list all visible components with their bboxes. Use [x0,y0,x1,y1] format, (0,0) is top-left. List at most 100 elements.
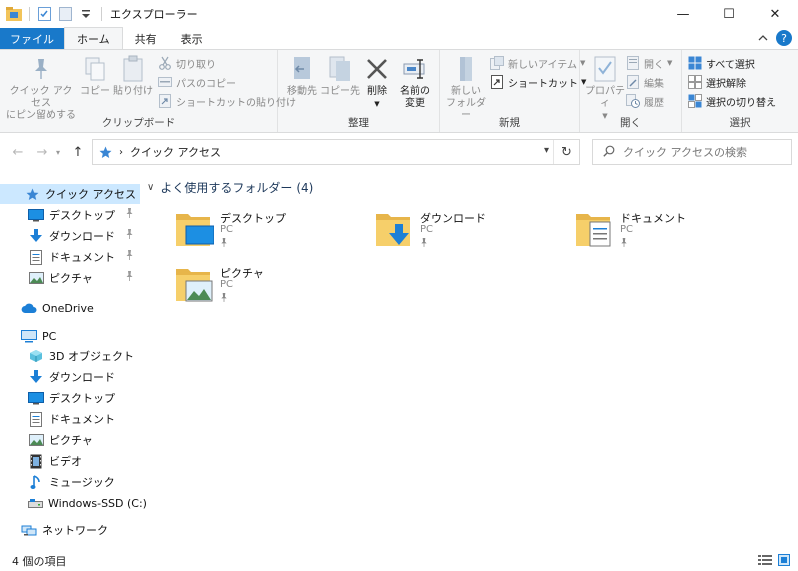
search-placeholder: クイック アクセスの検索 [623,146,747,159]
pin-icon[interactable] [125,250,134,263]
copy-button[interactable]: コピー [78,54,112,98]
frequent-folders-header[interactable]: ∨ よく使用するフォルダー (4) [147,179,313,196]
history-label: 履歴 [644,97,664,109]
tab-view[interactable]: 表示 [169,28,215,49]
nav-pc[interactable]: PC [0,326,140,346]
paste-button[interactable]: 貼り付け [112,54,154,98]
nav-qa-downloads-label: ダウンロード [49,230,115,243]
recent-locations-button[interactable]: ▾ [52,141,64,163]
nav-pc-pictures[interactable]: ピクチャ [0,430,140,450]
properties-button[interactable]: プロパティ ▼ [584,54,626,122]
search-box[interactable]: クイック アクセスの検索 [592,139,792,165]
minimize-button[interactable]: — [660,0,706,28]
folder-tile-desktop[interactable]: デスクトップ PC [176,210,366,260]
open-group: プロパティ ▼ 開く ▼ 編集 履歴 開く [580,50,682,132]
rename-button[interactable]: 名前の 変更 [394,54,436,110]
shortcut-button[interactable]: ショートカット ▼ [490,73,586,91]
new-group: 新しい フォルダー 新しいアイテム ▼ ショートカット ▼ 新規 [440,50,586,132]
nav-pc-documents-label: ドキュメント [49,413,115,426]
forward-button[interactable]: → [32,141,52,163]
address-bar[interactable]: › クイック アクセス ▾ ↻ [92,139,580,165]
nav-pc-videos[interactable]: ビデオ [0,451,140,471]
nav-pc-videos-label: ビデオ [49,455,82,468]
select-none-button[interactable]: 選択解除 [688,73,746,91]
close-button[interactable]: ✕ [752,0,798,28]
folder-location: PC [420,224,434,235]
pin-icon[interactable] [125,271,134,284]
invert-selection-icon [688,94,702,108]
nav-pc-downloads[interactable]: ダウンロード [0,367,140,387]
nav-pc-3d-objects[interactable]: 3D オブジェクト [0,346,140,366]
select-all-button[interactable]: すべて選択 [688,54,755,72]
scissors-icon [158,56,172,70]
tab-home[interactable]: ホーム [64,27,123,49]
address-row: ← → ▾ ↑ › クイック アクセス ▾ ↻ クイック アクセスの検索 [0,137,798,167]
folder-tile-downloads[interactable]: ダウンロード PC [376,210,566,260]
new-folder-quick-icon[interactable] [57,6,73,22]
paste-shortcut-button[interactable]: ショートカットの貼り付け [158,92,296,110]
history-button[interactable]: 履歴 [626,92,664,110]
large-icons-view-icon[interactable] [776,553,792,567]
move-to-icon [287,54,317,84]
clipboard-group: クイック アクセス にピン留めする コピー 貼り付け 切り取り パスのコピー シ… [0,50,296,132]
open-button[interactable]: 開く ▼ [626,54,672,72]
cut-button[interactable]: 切り取り [158,54,216,72]
nav-pc-music[interactable]: ミュージック [0,472,140,492]
up-button[interactable]: ↑ [68,141,88,163]
nav-pc-documents[interactable]: ドキュメント [0,409,140,429]
pin-quick-access-button[interactable]: クイック アクセス にピン留めする [6,54,76,122]
nav-quick-access[interactable]: クイック アクセス [0,184,140,204]
invert-selection-button[interactable]: 選択の切り替え [688,92,776,110]
nav-qa-pictures[interactable]: ピクチャ [0,268,140,288]
select-all-label: すべて選択 [706,59,755,71]
delete-label: 削除 [367,86,387,97]
copy-path-button[interactable]: パスのコピー [158,73,236,91]
back-button[interactable]: ← [8,141,28,163]
collapse-ribbon-icon[interactable] [758,34,768,42]
nav-qa-downloads[interactable]: ダウンロード [0,226,140,246]
help-icon[interactable]: ? [776,30,792,46]
ribbon: クイック アクセス にピン留めする コピー 貼り付け 切り取り パスのコピー シ… [0,49,798,133]
download-arrow-icon [28,369,44,385]
refresh-button[interactable]: ↻ [553,140,579,164]
nav-network-label: ネットワーク [42,524,108,537]
tab-share[interactable]: 共有 [123,28,169,49]
nav-network[interactable]: ネットワーク [0,520,140,540]
desktop-icon [28,207,44,223]
pin-icon [620,237,628,250]
nav-qa-desktop[interactable]: デスクトップ [0,205,140,225]
history-icon [626,94,640,108]
properties-quick-icon[interactable] [36,6,52,22]
pin-icon[interactable] [125,208,134,221]
copy-path-label: パスのコピー [176,78,236,90]
move-to-button[interactable]: 移動先 [282,54,322,98]
nav-pc-drive-c[interactable]: Windows-SSD (C:) [0,493,147,513]
copy-path-icon [158,75,172,89]
onedrive-cloud-icon [21,300,37,316]
edit-button[interactable]: 編集 [626,73,664,91]
folder-tile-documents[interactable]: ドキュメント PC [576,210,766,260]
delete-dropdown-icon: ▼ [374,100,380,108]
details-view-icon[interactable] [757,553,773,567]
explorer-app-icon[interactable] [6,6,22,22]
cut-label: 切り取り [176,59,216,71]
new-folder-icon [451,54,481,84]
copy-to-label: コピー先 [320,86,360,97]
new-item-button[interactable]: 新しいアイテム ▼ [490,54,585,72]
maximize-button[interactable]: ☐ [706,0,752,28]
delete-button[interactable]: 削除 ▼ [362,54,392,110]
customize-toolbar-icon[interactable] [78,6,94,22]
folder-tile-pictures[interactable]: ピクチャ PC [176,265,366,315]
nav-onedrive[interactable]: OneDrive [0,298,140,318]
address-dropdown-icon[interactable]: ▾ [544,145,549,156]
copy-to-button[interactable]: コピー先 [320,54,360,98]
nav-qa-documents[interactable]: ドキュメント [0,247,140,267]
pin-icon[interactable] [125,229,134,242]
new-folder-button[interactable]: 新しい フォルダー [444,54,488,122]
invert-selection-label: 選択の切り替え [706,97,776,109]
tab-file[interactable]: ファイル [0,28,64,49]
nav-pc-desktop[interactable]: デスクトップ [0,388,140,408]
folder-location: PC [220,224,234,235]
breadcrumb-quick-access[interactable]: クイック アクセス [130,144,221,160]
rename-label-1: 名前の [400,86,430,97]
